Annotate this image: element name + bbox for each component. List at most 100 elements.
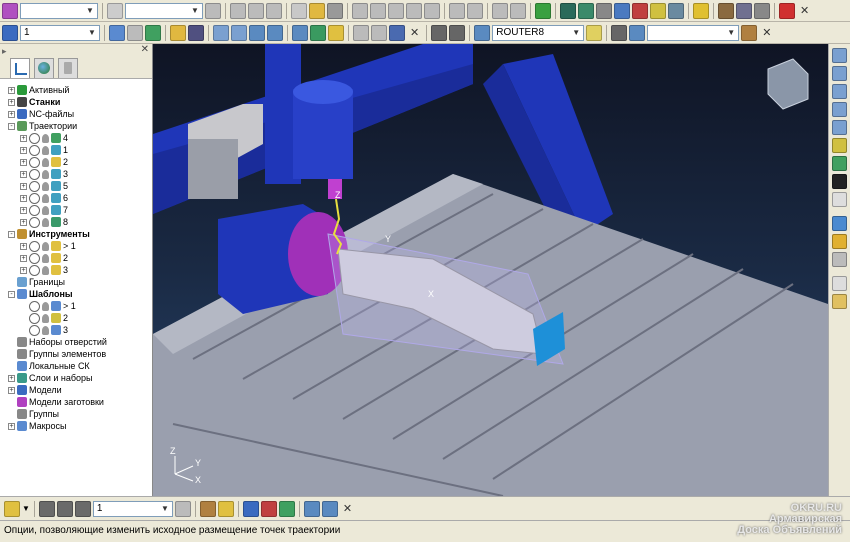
collapse-icon[interactable]: -	[8, 122, 15, 130]
lightbulb-icon[interactable]	[42, 265, 49, 275]
nc-icon[interactable]	[449, 24, 466, 41]
tree-item-active[interactable]: + Активный	[8, 84, 69, 96]
tree-item-toolpath[interactable]: +6	[20, 192, 68, 204]
machine-icon[interactable]	[474, 24, 491, 41]
tree-item-toolpath[interactable]: +7	[20, 204, 68, 216]
close-icon[interactable]: ✕	[340, 502, 355, 515]
expand-icon[interactable]: +	[20, 206, 27, 214]
expand-icon[interactable]: +	[20, 218, 27, 226]
expand-icon[interactable]: +	[8, 110, 15, 118]
doc-icon[interactable]	[107, 2, 123, 19]
pattern-c-icon[interactable]	[74, 500, 91, 517]
grid-table-icon[interactable]	[431, 24, 448, 41]
select-icon[interactable]	[388, 2, 404, 19]
tools-icon[interactable]	[406, 2, 422, 19]
clear-icon[interactable]	[832, 174, 847, 189]
expand-icon[interactable]: +	[20, 158, 27, 166]
tool-icon[interactable]	[4, 500, 20, 517]
verify-icon[interactable]	[310, 24, 326, 41]
expand-icon[interactable]: +	[8, 374, 15, 382]
tree-item-templates[interactable]: - Шаблоны	[8, 288, 73, 300]
checkmark-icon[interactable]	[29, 264, 40, 276]
view-top-icon[interactable]	[832, 48, 847, 63]
pencil-icon[interactable]	[693, 2, 709, 19]
lightbulb-icon[interactable]	[42, 313, 49, 323]
checkmark-icon[interactable]	[29, 240, 40, 252]
tree-item-macros[interactable]: + Макросы	[8, 420, 67, 432]
checkmark-icon[interactable]	[29, 252, 40, 264]
globe-icon[interactable]	[535, 2, 551, 19]
lightbulb-icon[interactable]	[42, 145, 49, 155]
expand-icon[interactable]: +	[20, 254, 27, 262]
pencil-edit-icon[interactable]	[217, 500, 234, 517]
3d-viewport[interactable]: Z Y X Y X Z	[153, 44, 828, 496]
checkmark-icon[interactable]	[29, 300, 40, 312]
tree-item-toolpath[interactable]: +4	[20, 132, 68, 144]
wrench-icon[interactable]	[199, 500, 216, 517]
lightbulb-icon[interactable]	[42, 253, 49, 263]
stock-icon[interactable]	[292, 24, 308, 41]
tree-item-layers[interactable]: + Слои и наборы	[8, 372, 93, 384]
arrow-fwd-icon[interactable]	[371, 24, 387, 41]
gear-icon[interactable]	[718, 2, 734, 19]
layer-combo[interactable]: 1 ▼	[20, 24, 100, 41]
lightbulb-icon[interactable]	[42, 301, 49, 311]
view-iso3-icon[interactable]	[832, 102, 847, 117]
view-color-icon[interactable]	[614, 2, 630, 19]
tree-item-toolpath[interactable]: +1	[20, 144, 68, 156]
print-icon[interactable]	[205, 2, 221, 19]
expand-icon[interactable]: +	[20, 146, 27, 154]
view-front-icon[interactable]	[578, 2, 594, 19]
close-icon[interactable]: ✕	[141, 44, 149, 55]
view-iso4-icon[interactable]	[832, 120, 847, 135]
target-icon[interactable]	[629, 24, 646, 41]
curve-icon[interactable]	[213, 24, 229, 41]
stop-icon[interactable]	[779, 2, 795, 19]
lightbulb-icon[interactable]	[42, 193, 49, 203]
tree-item-toolpaths[interactable]: - Траектории	[8, 120, 77, 132]
expand-icon[interactable]: +	[20, 194, 27, 202]
checkmark-icon[interactable]	[29, 180, 40, 192]
view-shade-icon[interactable]	[596, 2, 612, 19]
lightbulb-icon[interactable]	[42, 133, 49, 143]
checkmark-icon[interactable]	[29, 144, 40, 156]
checkmark-icon[interactable]	[29, 204, 40, 216]
zoom-box-icon[interactable]	[832, 192, 847, 207]
lightbulb-icon[interactable]	[42, 217, 49, 227]
tree-item-stock-models[interactable]: Модели заготовки	[8, 396, 104, 408]
paste-icon[interactable]	[266, 2, 282, 19]
brush-icon[interactable]	[303, 500, 320, 517]
zoom-icon[interactable]	[832, 138, 847, 153]
edit-icon[interactable]	[328, 24, 344, 41]
checkmark-icon[interactable]	[29, 216, 40, 228]
delete-path-icon[interactable]	[389, 24, 405, 41]
tree-item-toolpath[interactable]: +3	[20, 168, 68, 180]
collapse-icon[interactable]: -	[8, 230, 15, 238]
expand-icon[interactable]: +	[8, 386, 15, 394]
tree-item-machines[interactable]: + Станки	[8, 96, 60, 108]
machine-combo[interactable]: ROUTER8 ▼	[492, 24, 585, 41]
expand-icon[interactable]: +	[20, 182, 27, 190]
collapse-icon[interactable]: -	[8, 290, 15, 298]
material-icon[interactable]	[832, 234, 847, 249]
table-icon[interactable]	[611, 24, 628, 41]
view-cube[interactable]	[767, 58, 809, 110]
close-icon[interactable]: ✕	[797, 4, 812, 17]
pattern-icon[interactable]	[127, 24, 143, 41]
tree-item-tool[interactable]: +2	[20, 252, 68, 264]
hammer-icon[interactable]	[741, 24, 758, 41]
view-transparent-icon[interactable]	[650, 2, 666, 19]
points-icon[interactable]	[278, 500, 295, 517]
shaded-icon[interactable]	[832, 216, 847, 231]
checkmark-icon[interactable]	[29, 312, 40, 324]
expand-icon[interactable]: +	[8, 98, 15, 106]
lightbulb-icon[interactable]	[586, 24, 603, 41]
toolpath-icon[interactable]	[145, 24, 161, 41]
tab-globe[interactable]	[34, 58, 54, 78]
tree-item-models[interactable]: + Модели	[8, 384, 62, 396]
tree-item-toolpath[interactable]: +8	[20, 216, 68, 228]
tree-item-boundaries[interactable]: Границы	[8, 276, 65, 288]
arrow-back-icon[interactable]	[353, 24, 369, 41]
folder-open-icon[interactable]	[170, 24, 186, 41]
close-icon[interactable]: ✕	[407, 26, 422, 39]
